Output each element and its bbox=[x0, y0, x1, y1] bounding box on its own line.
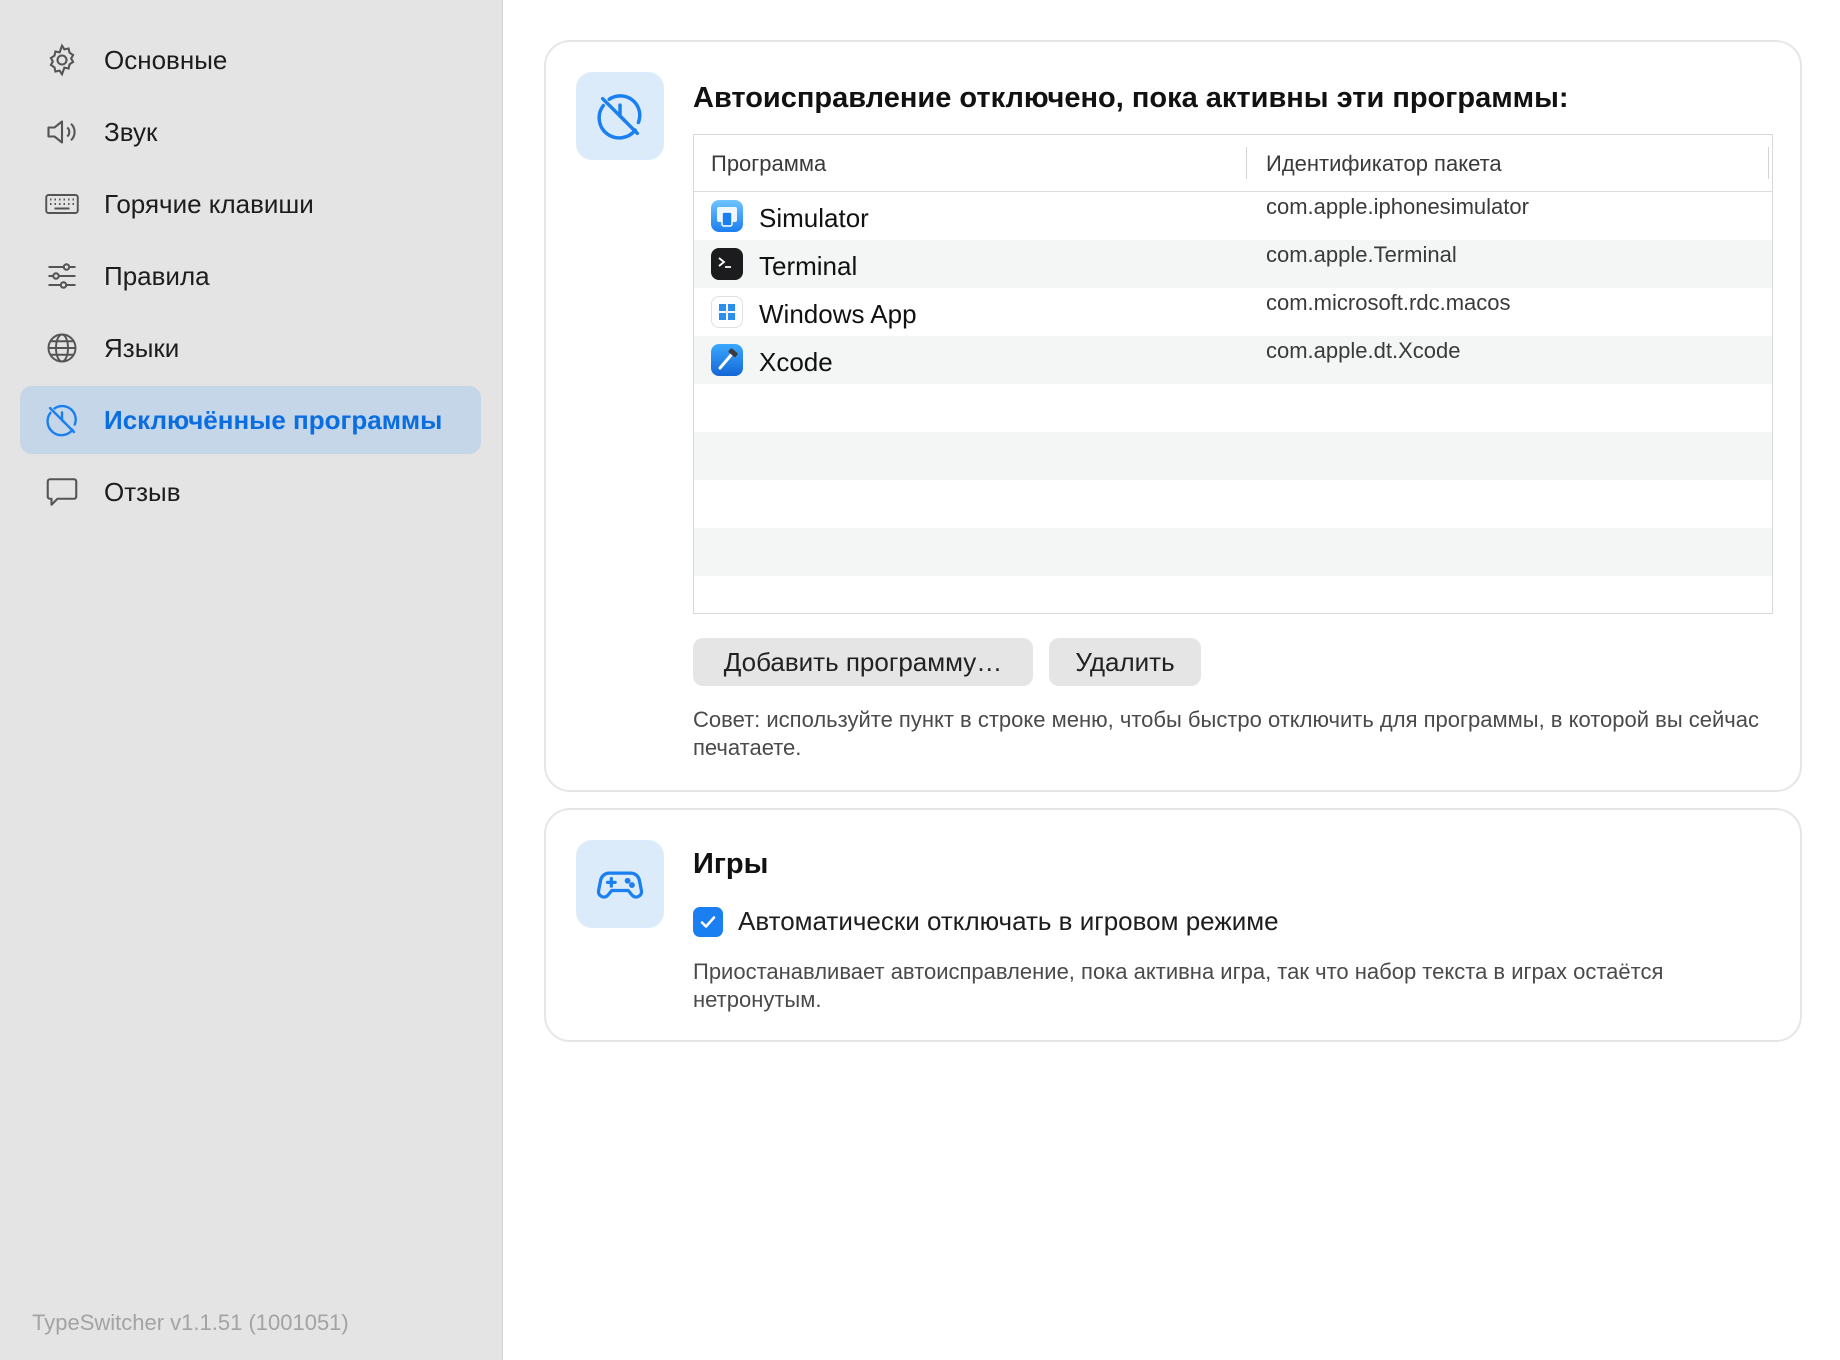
table-row-empty bbox=[694, 384, 1772, 432]
column-header-app[interactable]: Программа bbox=[711, 151, 826, 177]
sidebar-item-rules[interactable]: Правила bbox=[20, 242, 481, 310]
column-header-bundle-id[interactable]: Идентификатор пакета bbox=[1266, 151, 1502, 177]
app-name: Windows App bbox=[759, 299, 917, 329]
bundle-id: com.apple.Terminal bbox=[1266, 242, 1457, 267]
xcode-icon bbox=[711, 344, 743, 376]
table-row[interactable]: Terminal com.apple.Terminal bbox=[694, 240, 1772, 288]
app-name: Simulator bbox=[759, 203, 869, 233]
table-row-empty bbox=[694, 576, 1772, 613]
speaker-icon bbox=[42, 112, 82, 152]
sidebar-item-hotkeys[interactable]: Горячие клавиши bbox=[20, 170, 481, 238]
sidebar-nav: Основные Звук Горячие клавиши Правила Яз… bbox=[20, 26, 481, 530]
excluded-apps-table: Программа Идентификатор пакета Simulator… bbox=[693, 134, 1773, 614]
sidebar: Основные Звук Горячие клавиши Правила Яз… bbox=[0, 0, 503, 1360]
sliders-icon bbox=[42, 256, 82, 296]
games-title: Игры bbox=[693, 848, 769, 880]
sidebar-item-label: Исключённые программы bbox=[104, 404, 443, 435]
table-row-empty bbox=[694, 480, 1772, 528]
game-mode-checkbox[interactable] bbox=[693, 906, 723, 937]
sidebar-item-label: Правила bbox=[104, 260, 210, 291]
disabled-icon bbox=[576, 72, 664, 160]
sidebar-item-languages[interactable]: Языки bbox=[20, 314, 481, 382]
keyboard-icon bbox=[42, 184, 82, 224]
gamepad-icon bbox=[576, 840, 664, 928]
excluded-apps-card: Автоисправление отключено, пока активны … bbox=[544, 40, 1802, 792]
gear-icon bbox=[42, 40, 82, 80]
column-divider[interactable] bbox=[1246, 147, 1247, 179]
windows-app-icon bbox=[711, 296, 743, 328]
app-name: Terminal bbox=[759, 251, 858, 281]
sidebar-item-label: Основные bbox=[104, 44, 228, 75]
column-divider[interactable] bbox=[1768, 147, 1769, 179]
globe-icon bbox=[42, 328, 82, 368]
delete-button[interactable]: Удалить bbox=[1049, 638, 1201, 686]
add-app-button[interactable]: Добавить программу… bbox=[693, 638, 1033, 686]
sidebar-item-label: Языки bbox=[104, 332, 180, 363]
hint-text: Совет: используйте пункт в строке меню, … bbox=[693, 707, 1759, 760]
bundle-id: com.apple.iphonesimulator bbox=[1266, 194, 1529, 219]
sidebar-item-label: Звук bbox=[104, 116, 158, 147]
games-description: Приостанавливает автоисправление, пока а… bbox=[693, 959, 1664, 1012]
table-row[interactable]: Windows App com.microsoft.rdc.macos bbox=[694, 288, 1772, 336]
table-row[interactable]: Xcode com.apple.dt.Xcode bbox=[694, 336, 1772, 384]
disabled-icon bbox=[42, 400, 82, 440]
excluded-apps-title: Автоисправление отключено, пока активны … bbox=[693, 82, 1569, 114]
sidebar-item-excluded-apps[interactable]: Исключённые программы bbox=[20, 386, 481, 454]
simulator-icon bbox=[711, 200, 743, 232]
speech-bubble-icon bbox=[42, 472, 82, 512]
table-row-empty bbox=[694, 432, 1772, 480]
game-mode-checkbox-label[interactable]: Автоматически отключать в игровом режиме bbox=[738, 906, 1279, 937]
sidebar-item-label: Горячие клавиши bbox=[104, 188, 314, 219]
sidebar-item-general[interactable]: Основные bbox=[20, 26, 481, 94]
app-version: TypeSwitcher v1.1.51 (1001051) bbox=[32, 1310, 349, 1335]
table-header: Программа Идентификатор пакета bbox=[694, 135, 1772, 192]
games-card: Игры Автоматически отключать в игровом р… bbox=[544, 808, 1802, 1042]
bundle-id: com.apple.dt.Xcode bbox=[1266, 338, 1461, 363]
terminal-icon bbox=[711, 248, 743, 280]
sidebar-item-sound[interactable]: Звук bbox=[20, 98, 481, 166]
bundle-id: com.microsoft.rdc.macos bbox=[1266, 290, 1511, 315]
sidebar-item-label: Отзыв bbox=[104, 476, 181, 507]
sidebar-item-feedback[interactable]: Отзыв bbox=[20, 458, 481, 526]
game-mode-checkbox-row[interactable]: Автоматически отключать в игровом режиме bbox=[693, 906, 1279, 937]
table-row-empty bbox=[694, 528, 1772, 576]
app-name: Xcode bbox=[759, 347, 833, 377]
table-row[interactable]: Simulator com.apple.iphonesimulator bbox=[694, 192, 1772, 240]
